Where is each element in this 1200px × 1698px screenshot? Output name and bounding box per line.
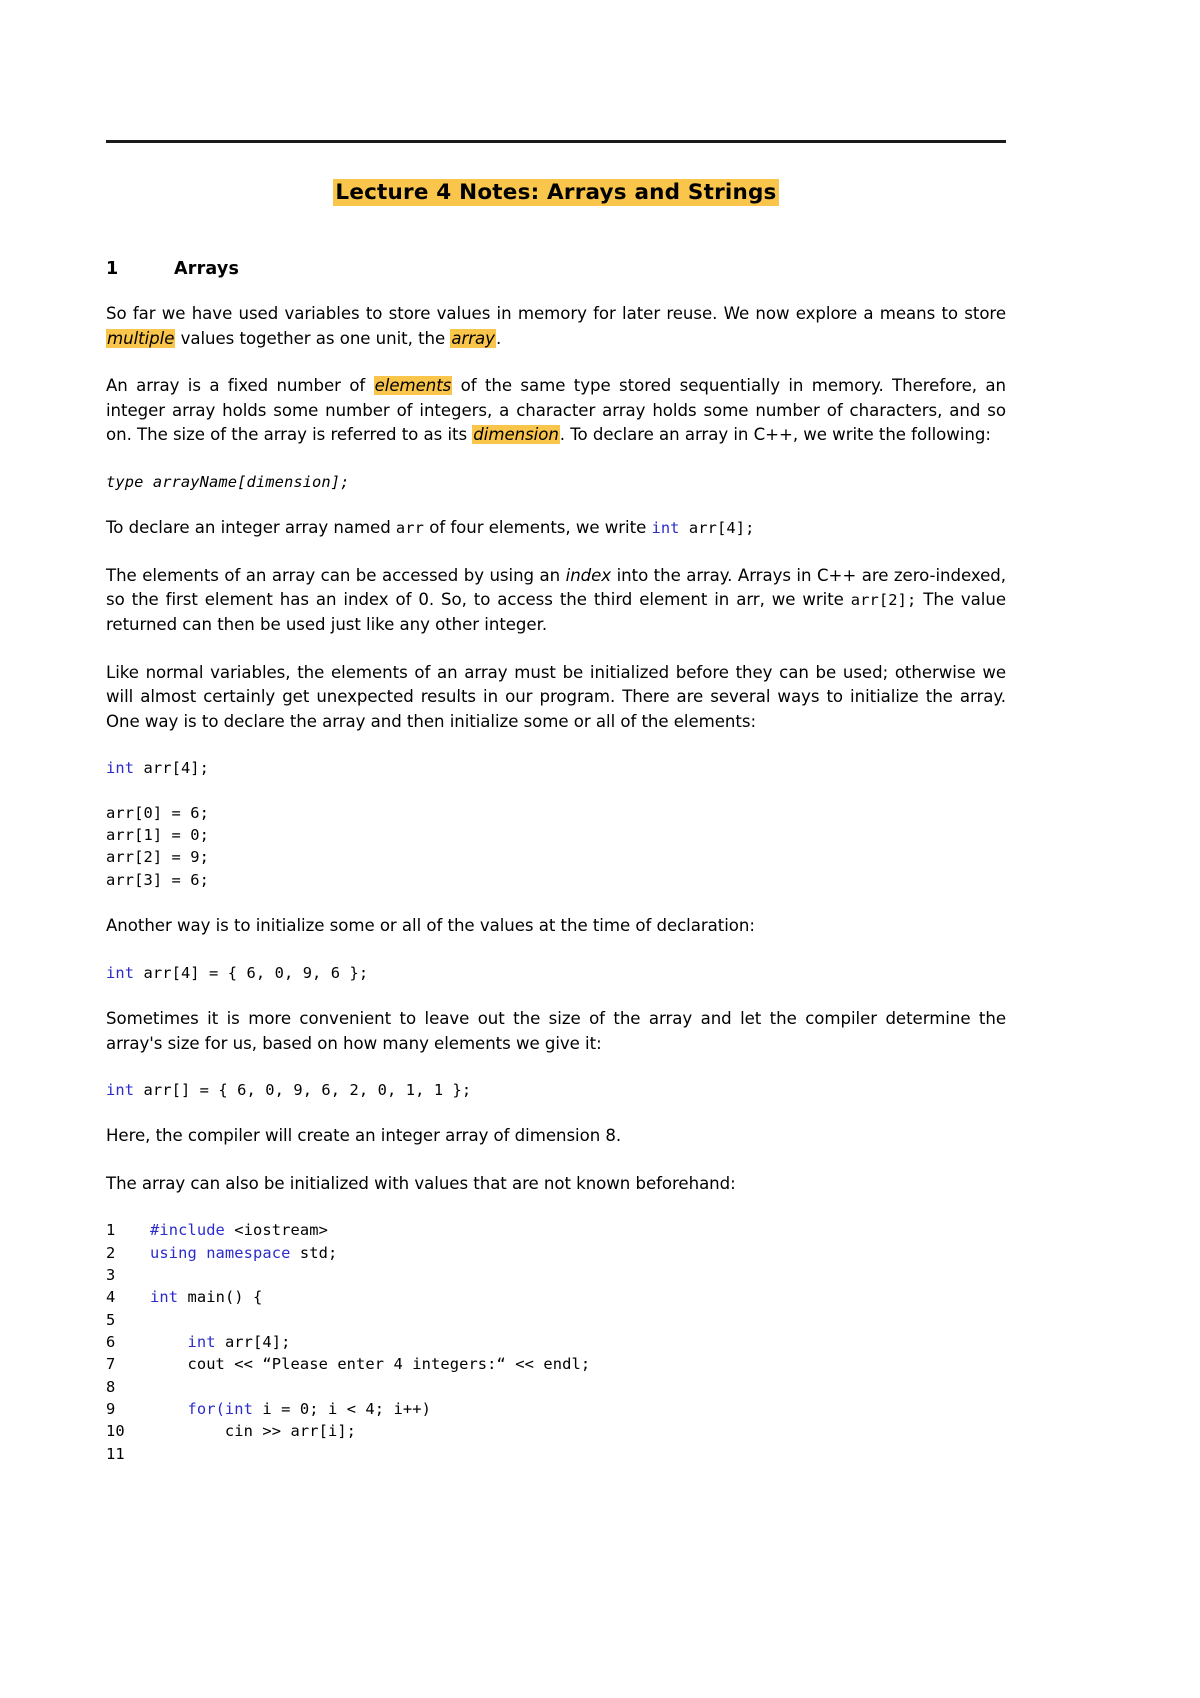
code-text: arr[4] = { 6, 0, 9, 6 }; bbox=[134, 963, 369, 982]
paragraph-index: The elements of an array can be accessed… bbox=[106, 564, 1006, 638]
line-number: 4 bbox=[106, 1288, 116, 1307]
code-line-assign-2: arr[2] = 9; bbox=[106, 848, 210, 867]
line-number: 6 bbox=[106, 1333, 116, 1352]
paragraph-text: So far we have used variables to store v… bbox=[106, 304, 1006, 324]
line-number: 7 bbox=[106, 1355, 116, 1374]
code-keyword: using namespace bbox=[150, 1243, 291, 1262]
section-heading: 1 Arrays bbox=[106, 259, 1006, 279]
code-listing-row: 11 bbox=[106, 1443, 1006, 1465]
code-block-assignments: int arr[4]; arr[0] = 6; arr[1] = 0; arr[2] … bbox=[106, 757, 1006, 891]
code-listing-row: 4 int main() { bbox=[106, 1286, 1006, 1308]
code-keyword: int bbox=[187, 1333, 216, 1352]
code-listing-row: 9 for(int i = 0; i < 4; i++) bbox=[106, 1398, 1006, 1420]
document-body: Lecture 4 Notes: Arrays and Strings 1 Arr… bbox=[106, 140, 1006, 1465]
code-text: <iostream> bbox=[224, 1221, 328, 1240]
highlight-multiple: multiple bbox=[106, 328, 176, 348]
paragraph-initialization: Like normal variables, the elements of a… bbox=[106, 662, 1006, 731]
line-number: 1 bbox=[106, 1221, 116, 1240]
code-init-unsized: int arr[] = { 6, 0, 9, 6, 2, 0, 1, 1 }; bbox=[106, 1079, 1006, 1101]
line-number: 2 bbox=[106, 1243, 116, 1262]
italic-index: index bbox=[565, 565, 612, 585]
code-init-sized: int arr[4] = { 6, 0, 9, 6 }; bbox=[106, 962, 1006, 984]
line-number: 3 bbox=[106, 1266, 116, 1285]
keyword-int: int bbox=[106, 1081, 135, 1100]
inline-code-arr2: arr[2]; bbox=[850, 591, 917, 610]
code-listing-row: 3 bbox=[106, 1264, 1006, 1286]
highlight-array: array bbox=[450, 328, 496, 348]
line-number: 8 bbox=[106, 1377, 116, 1396]
page-title: Lecture 4 Notes: Arrays and Strings bbox=[333, 179, 779, 206]
code-text: std; bbox=[290, 1243, 338, 1262]
code-listing-row: 6 int arr[4]; bbox=[106, 1331, 1006, 1353]
code-text: arr[4]; bbox=[215, 1333, 291, 1352]
title-container: Lecture 4 Notes: Arrays and Strings bbox=[106, 177, 1006, 209]
code-listing-row: 5 bbox=[106, 1309, 1006, 1331]
code-line-declaration: int arr[4]; bbox=[106, 757, 1006, 779]
highlight-dimension: dimension bbox=[472, 425, 560, 445]
highlight-elements: elements bbox=[373, 376, 453, 396]
code-line-assign-3: arr[3] = 6; bbox=[106, 870, 210, 889]
paragraph-text: . To declare an array in C++, we write t… bbox=[559, 425, 991, 445]
code-listing-row: 1 #include <iostream> bbox=[106, 1219, 1006, 1241]
paragraph-text: An array is a fixed number of bbox=[106, 376, 374, 396]
paragraph-text: To declare an integer array named bbox=[106, 518, 396, 538]
code-text: cout << “Please enter 4 integers:“ << en… bbox=[150, 1355, 591, 1374]
paragraph-text: of four elements, we write bbox=[424, 518, 652, 538]
paragraph-init-at-declaration: Another way is to initialize some or all… bbox=[106, 916, 755, 936]
paragraph-omit-size: Sometimes it is more convenient to leave… bbox=[106, 1008, 1006, 1053]
code-keyword: int bbox=[150, 1288, 179, 1307]
paragraph-declare-example: To declare an integer array named arr of… bbox=[106, 516, 1006, 541]
paragraph-intro: So far we have used variables to store v… bbox=[106, 302, 1006, 351]
code-keyword: for(int bbox=[187, 1400, 254, 1419]
inline-code-arr4: arr[4]; bbox=[679, 519, 755, 538]
line-number: 11 bbox=[106, 1444, 125, 1463]
code-line-assign-0: arr[0] = 6; bbox=[106, 803, 210, 822]
section-number: 1 bbox=[106, 259, 119, 280]
code-text: i = 0; i < 4; i++) bbox=[253, 1400, 431, 1419]
code-keyword: #include bbox=[150, 1221, 225, 1240]
inline-code-arr: arr bbox=[395, 519, 425, 538]
code-text: cin >> arr[i]; bbox=[150, 1422, 357, 1441]
line-number: 5 bbox=[106, 1310, 116, 1329]
paragraph-text: The elements of an array can be accessed… bbox=[106, 565, 566, 585]
code-listing-row: 8 bbox=[106, 1376, 1006, 1398]
paragraph-text: . bbox=[495, 328, 502, 348]
code-listing-row: 10 cin >> arr[i]; bbox=[106, 1420, 1006, 1442]
paragraph-text: values together as one unit, the bbox=[175, 328, 451, 348]
code-listing-numbered: 1 #include <iostream> 2 using namespace std… bbox=[106, 1219, 1006, 1465]
document-page: Lecture 4 Notes: Arrays and Strings 1 Arr… bbox=[0, 0, 1200, 1698]
code-listing-row: 7 cout << “Please enter 4 integers:“ << … bbox=[106, 1353, 1006, 1375]
code-text: main() { bbox=[178, 1288, 263, 1307]
code-declaration-syntax: type arrayName[dimension]; bbox=[106, 472, 350, 491]
line-number: 10 bbox=[106, 1422, 125, 1441]
keyword-int: int bbox=[106, 963, 135, 982]
paragraph-unknown-values: The array can also be initialized with v… bbox=[106, 1173, 736, 1193]
code-listing-row: 2 using namespace std; bbox=[106, 1242, 1006, 1264]
code-line-assign-1: arr[1] = 0; bbox=[106, 826, 210, 845]
keyword-int: int bbox=[106, 759, 135, 778]
line-number: 9 bbox=[106, 1400, 116, 1419]
inline-keyword-int: int bbox=[651, 519, 680, 538]
paragraph-definition: An array is a fixed number of elements o… bbox=[106, 374, 1006, 448]
paragraph-compiler-dimension: Here, the compiler will create an intege… bbox=[106, 1126, 622, 1146]
section-title: Arrays bbox=[174, 259, 240, 280]
header-divider bbox=[106, 140, 1006, 143]
code-text: arr[4]; bbox=[134, 759, 210, 778]
code-text: arr[] = { 6, 0, 9, 6, 2, 0, 1, 1 }; bbox=[134, 1081, 472, 1100]
